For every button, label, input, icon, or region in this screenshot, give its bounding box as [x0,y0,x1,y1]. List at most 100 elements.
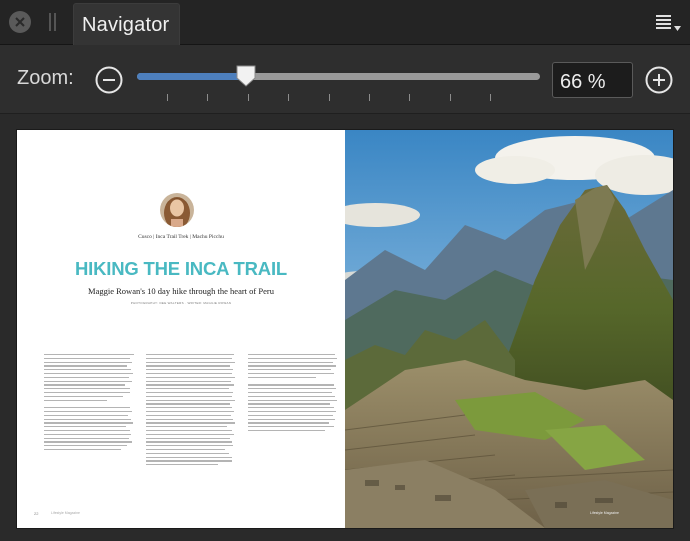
body-text-line [146,365,230,367]
panel-tab-bar: Navigator [0,0,690,45]
body-text-line [146,441,233,443]
zoom-slider-fill [137,73,246,80]
body-text-line [248,410,337,413]
body-text-line [44,433,132,436]
body-text-line [248,384,335,386]
zoom-slider-tick [328,94,330,101]
body-text-line [44,369,132,371]
zoom-out-button[interactable] [95,66,123,94]
machu-picchu-photo: Lifestyle Magazine [345,130,673,528]
body-text-line [146,464,218,466]
body-text-line [146,369,234,371]
page-number: 22 [34,511,39,516]
body-text-line [146,433,235,436]
body-text-line [248,376,316,379]
body-text-line [248,399,338,401]
body-text-line [248,357,338,360]
navigator-preview-area[interactable]: Cusco | Inca Trail Trek | Machu Picchu H… [0,113,690,541]
zoom-slider-tick [490,94,491,101]
body-text-line [146,391,234,394]
close-panel-button[interactable] [9,11,31,33]
body-text-line [44,365,127,367]
zoom-slider[interactable] [137,65,540,107]
zoom-out-minus-icon [95,66,123,94]
body-text-line [248,422,329,424]
body-text-line [146,410,235,413]
body-text-line [44,354,134,356]
body-text-line [248,407,334,409]
body-text-line [146,354,235,356]
body-text-line [146,357,232,360]
body-text-line [146,407,233,409]
body-text-line [146,437,230,439]
body-text-line [146,422,236,424]
body-text-line [146,399,236,401]
body-text-line [248,429,325,432]
zoom-controls: Zoom: 66 % [0,45,690,113]
body-text-line [44,361,133,363]
zoom-in-plus-icon [645,66,673,94]
body-text-line [146,414,231,417]
body-text-line [44,357,131,360]
body-text-line [248,426,335,428]
body-text-line [248,414,333,417]
article-title: HIKING THE INCA TRAIL [75,258,287,279]
body-text-line [248,354,336,356]
body-text-line [248,388,337,390]
author-portrait-image [160,193,194,227]
body-text-line [44,437,129,439]
body-text-line [44,372,134,375]
zoom-in-button[interactable] [645,66,673,94]
body-text-line [146,372,233,375]
body-text-line [146,452,229,455]
panel-menu-icon [656,15,681,31]
zoom-slider-thumb[interactable] [236,65,256,87]
article-credit: PHOTOGRAPHY: DEE WALTERS · WRITER: MAGGI… [130,301,232,305]
close-icon [15,17,25,27]
body-text-line [248,395,336,398]
body-text-line [146,388,229,390]
body-text-line [44,395,124,398]
document-spread-thumbnail[interactable]: Cusco | Inca Trail Trek | Machu Picchu H… [17,130,673,528]
left-page: Cusco | Inca Trail Trek | Machu Picchu H… [17,130,345,528]
article-meta-line: Cusco | Inca Trail Trek | Machu Picchu [138,234,224,240]
body-text-line [44,407,130,409]
body-text-column-3 [248,354,338,434]
zoom-slider-tick [247,94,249,101]
body-text-line [44,388,131,390]
zoom-slider-tick [207,94,209,101]
body-text-line [44,410,133,413]
body-text-line [44,376,129,379]
running-footer: Lifestyle Magazine [51,511,80,515]
panel-menu-button[interactable] [655,12,685,34]
tab-navigator[interactable]: Navigator [73,3,180,45]
body-text-line [146,380,231,382]
body-text-line [146,429,232,432]
body-text-line [44,384,125,386]
drag-grip-icon[interactable] [49,13,57,31]
body-text-line [44,429,131,432]
tab-navigator-label: Navigator [82,14,170,36]
zoom-slider-tick [167,94,168,101]
body-text-line [146,384,235,386]
article-subtitle: Maggie Rowan's 10 day hike through the h… [88,286,274,296]
body-text-line [44,399,107,401]
body-text-line [146,403,230,405]
body-text-line [146,395,232,398]
body-text-line [248,365,337,367]
body-text-line [248,369,331,371]
zoom-slider-tick [368,94,370,101]
body-text-line [146,456,233,458]
body-text-line [146,426,227,428]
right-running-footer: Lifestyle Magazine [590,511,619,515]
zoom-slider-tick [449,94,451,101]
body-text-line [146,448,226,451]
body-text-line [146,445,234,447]
body-text-line [146,361,236,363]
body-text-line [146,418,234,420]
zoom-label: Zoom: [17,67,74,89]
zoom-value-field[interactable]: 66 % [552,62,633,98]
body-text-line [44,441,133,443]
body-text-line [248,403,330,405]
body-text-line [248,418,336,420]
